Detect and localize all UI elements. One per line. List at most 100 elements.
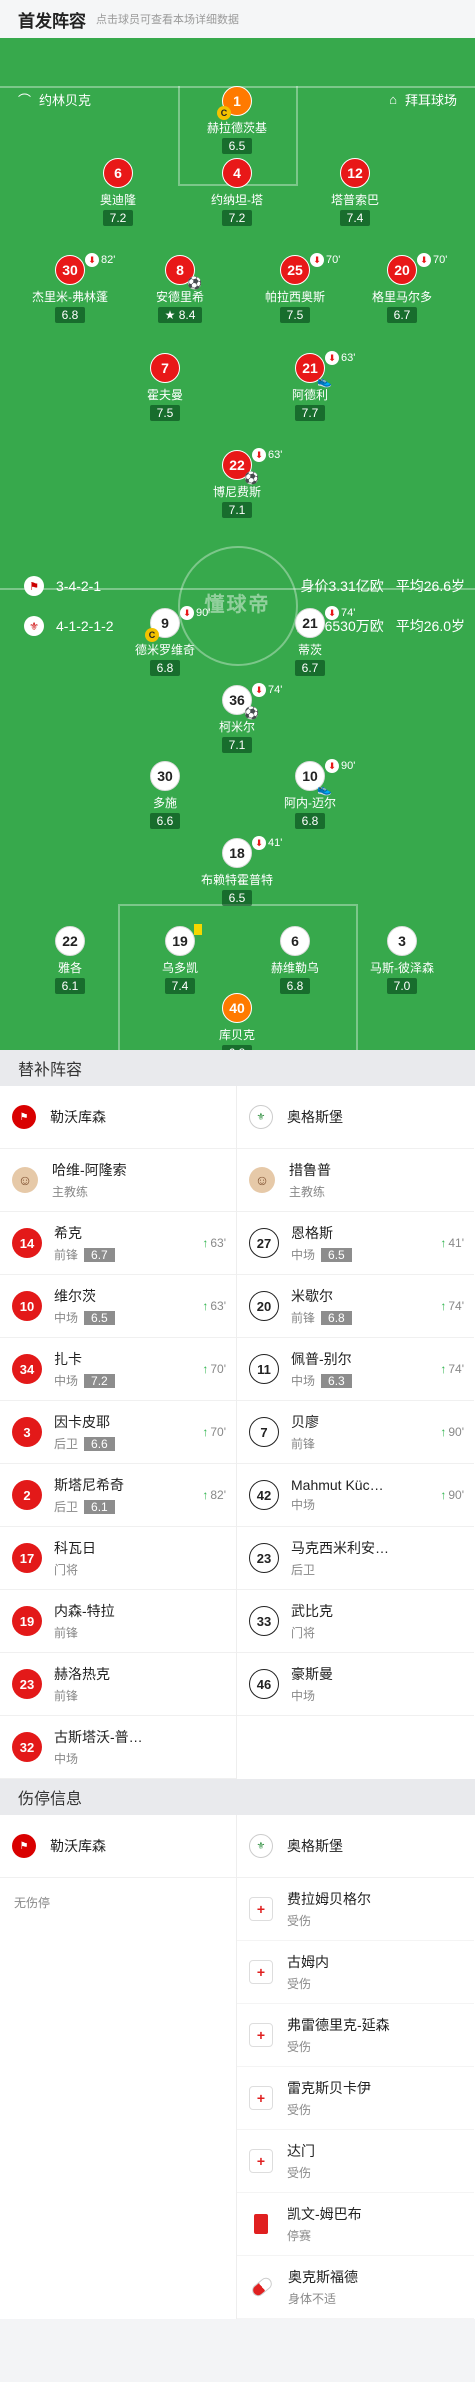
pitch-player[interactable]: 21 ⬇ 74' 蒂茨 6.7 (255, 606, 365, 677)
pitch-player[interactable]: 30 多施 6.6 (110, 761, 220, 830)
player-name: 凯文-姆巴布 (287, 2206, 362, 2222)
sub-player-row[interactable]: 17 科瓦日 门将 (0, 1527, 236, 1590)
injury-row[interactable]: + 费拉姆贝格尔 受伤 (237, 1878, 474, 1941)
pitch-player[interactable]: 3 马斯-彼泽森 7.0 (347, 926, 457, 995)
injury-left-column: ⚑ 勒沃库森 无伤停 (0, 1815, 237, 2319)
player-name: 弗雷德里克-延森 (287, 2017, 390, 2033)
red-card-icon (254, 2214, 268, 2234)
player-name: 布赖特霍普特 (200, 873, 273, 887)
player-name: 科瓦日 (54, 1540, 96, 1556)
pitch-player[interactable]: 40 库贝克 6.8 (182, 993, 292, 1050)
sub-in-time: ↑ 82' (202, 1488, 226, 1502)
sub-player-row[interactable]: 19 内森-特拉 前锋 (0, 1590, 236, 1653)
injury-team-right: ⚜ 奥格斯堡 (237, 1815, 474, 1878)
sub-player-row[interactable]: 10 维尔茨 中场 6.5 ↑ 63' (0, 1275, 236, 1338)
sub-player-row[interactable]: 32 古斯塔沃-普… 中场 (0, 1716, 236, 1779)
pitch-player[interactable]: 6 奥迪隆 7.2 (63, 158, 173, 227)
sub-out-marker: ⬇ 63' (252, 448, 282, 462)
injury-row[interactable]: + 达门 受伤 (237, 2130, 474, 2193)
pitch-player[interactable]: 1C 赫拉德茨基 6.5 (182, 86, 292, 155)
goal-icon: ⚽ (244, 471, 259, 485)
sub-player-row[interactable]: 11 佩普-别尔 中场 6.3 ↑ 74' (237, 1338, 474, 1401)
player-number: 22 (55, 926, 85, 956)
pitch-player[interactable]: 25 ⬇ 70' 帕拉西奥斯 7.5 (240, 253, 350, 324)
player-name: 杰里米-弗林蓬 (32, 290, 108, 304)
sub-in-time: ↑ 90' (440, 1488, 464, 1502)
pitch-player[interactable]: 19 乌多凯 7.4 (125, 924, 235, 995)
player-position: 中场 6.5 (54, 1309, 202, 1326)
injury-row[interactable]: 凯文-姆巴布 停赛 (237, 2193, 474, 2256)
injury-row[interactable]: 奥克斯福德 身体不适 (237, 2256, 474, 2319)
player-name: 阿内-迈尔 (284, 796, 336, 810)
player-number: 32 (12, 1732, 42, 1762)
medical-kit-icon: + (249, 2023, 273, 2047)
coach-left[interactable]: ☺ 哈维-阿隆索 主教练 (0, 1149, 236, 1212)
player-rating: 6.5 (221, 138, 253, 154)
player-name: 乌多凯 (161, 961, 198, 975)
player-number: 9C (145, 608, 180, 642)
sub-out-icon: ⬇ (325, 759, 339, 773)
coach-right[interactable]: ☺ 措鲁普 主教练 (237, 1149, 474, 1212)
pitch-player[interactable]: 21 👟 ⬇ 63' 阿德利 7.7 (255, 351, 365, 422)
player-rating: 7.0 (386, 978, 418, 994)
player-name: 博尼费斯 (212, 485, 261, 499)
team-header-left: ⚑ 勒沃库森 (0, 1086, 236, 1149)
player-name: 赫洛热克 (54, 1666, 110, 1682)
sub-player-row[interactable]: 42 Mahmut Küc… 中场 ↑ 90' (237, 1464, 474, 1527)
injury-status: 受伤 (287, 2103, 312, 2117)
sub-in-time: ↑ 74' (440, 1362, 464, 1376)
player-name: 库贝克 (218, 1028, 255, 1042)
player-number: 23 (249, 1543, 279, 1573)
pitch-player[interactable]: 7 霍夫曼 7.5 (110, 353, 220, 422)
pitch-player[interactable]: 22 雅各 6.1 (15, 926, 125, 995)
pitch-player[interactable]: 20 ⬇ 70' 格里马尔多 6.7 (347, 253, 457, 324)
pitch-player[interactable]: 36 ⚽ ⬇ 74' 柯米尔 7.1 (182, 683, 292, 754)
injury-row[interactable]: + 弗雷德里克-延森 受伤 (237, 2004, 474, 2067)
pitch-player[interactable]: 18 ⬇ 41' 布赖特霍普特 6.5 (182, 836, 292, 907)
injury-row[interactable]: + 雷克斯贝卡伊 受伤 (237, 2067, 474, 2130)
player-name: 古斯塔沃-普… (54, 1729, 143, 1745)
pitch-player[interactable]: 12 塔普索巴 7.4 (300, 158, 410, 227)
player-name: 塔普索巴 (330, 193, 379, 207)
sub-player-row[interactable]: 14 希克 前锋 6.7 ↑ 63' (0, 1212, 236, 1275)
pitch-player[interactable]: 22 ⚽ ⬇ 63' 博尼费斯 7.1 (182, 448, 292, 519)
player-rating: ★ 8.4 (157, 307, 203, 323)
sub-out-marker: ⬇ 74' (252, 683, 282, 697)
player-name: 扎卡 (54, 1351, 82, 1367)
subs-right-column: ⚜ 奥格斯堡 ☺ 措鲁普 主教练 27 恩格斯 中场 6.5 ↑ 41' 20 米歇尔 前锋… (237, 1086, 474, 1779)
player-number: 6 (280, 926, 310, 956)
sub-player-row[interactable]: 34 扎卡 中场 7.2 ↑ 70' (0, 1338, 236, 1401)
sub-player-row[interactable]: 7 贝廖 前锋 ↑ 90' (237, 1401, 474, 1464)
venue-right: ⌂ 拜耳球场 (389, 90, 457, 109)
sub-in-icon: ↑ (202, 1488, 209, 1502)
home-formation-line: ⚑ 3-4-2-1 (24, 576, 101, 596)
sub-player-row[interactable]: 23 赫洛热克 前锋 (0, 1653, 236, 1716)
pitch-player[interactable]: 4 约纳坦-塔 7.2 (182, 158, 292, 227)
sub-in-icon: ↑ (440, 1236, 447, 1250)
sub-out-marker: ⬇ 90' (180, 606, 210, 620)
injury-row[interactable]: + 古姆内 受伤 (237, 1941, 474, 2004)
sub-player-row[interactable]: 33 武比克 门将 (237, 1590, 474, 1653)
referee-name: 约林贝克 (39, 93, 92, 108)
player-rating: 7.4 (339, 210, 371, 226)
sub-player-row[interactable]: 46 豪斯曼 中场 (237, 1653, 474, 1716)
sub-player-row[interactable]: 27 恩格斯 中场 6.5 ↑ 41' (237, 1212, 474, 1275)
sub-in-icon: ↑ (440, 1488, 447, 1502)
player-name: 豪斯曼 (291, 1666, 333, 1682)
pitch-player[interactable]: 30 ⬇ 82' 杰里米-弗林蓬 6.8 (15, 253, 125, 324)
player-rating: 6.1 (84, 1499, 115, 1514)
pitch-player[interactable]: 9 C ⬇ 90' 德米罗维奇 6.8 (110, 606, 220, 677)
pitch-player[interactable]: 6 赫维勒乌 6.8 (240, 926, 350, 995)
sub-player-row[interactable]: 20 米歇尔 前锋 6.8 ↑ 74' (237, 1275, 474, 1338)
pitch-player[interactable]: 10 👟 ⬇ 90' 阿内-迈尔 6.8 (255, 759, 365, 830)
player-position: 前锋 6.7 (54, 1246, 202, 1263)
leverkusen-logo: ⚑ (12, 1105, 36, 1129)
player-rating: 6.5 (221, 890, 253, 906)
player-position: 门将 (291, 1626, 316, 1640)
sub-player-row[interactable]: 2 斯塔尼希奇 后卫 6.1 ↑ 82' (0, 1464, 236, 1527)
player-name: 费拉姆贝格尔 (287, 1891, 371, 1907)
player-rating: 7.1 (221, 737, 253, 753)
sub-player-row[interactable]: 23 马克西米利安… 后卫 (237, 1527, 474, 1590)
sub-player-row[interactable]: 3 因卡皮耶 后卫 6.6 ↑ 70' (0, 1401, 236, 1464)
pitch-player[interactable]: 8 ⚽ 安德里希 ★ 8.4 (125, 255, 235, 324)
